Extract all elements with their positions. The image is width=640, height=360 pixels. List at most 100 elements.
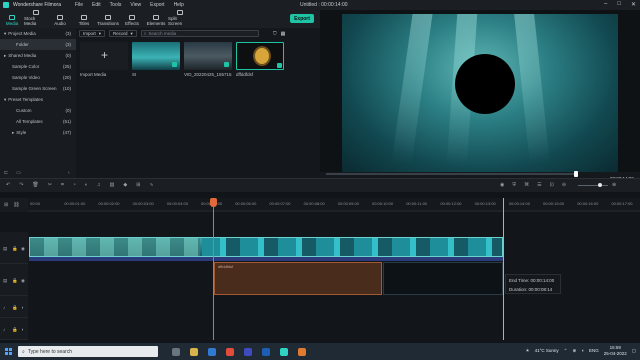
- tab-elements[interactable]: Elements: [144, 15, 168, 28]
- export-button[interactable]: Export: [290, 14, 314, 23]
- lock-icon[interactable]: 🔒: [12, 305, 18, 311]
- speaker-icon[interactable]: ◖: [581, 348, 584, 353]
- file-explorer-icon[interactable]: [190, 347, 198, 356]
- notification-icon[interactable]: ▢: [632, 348, 636, 354]
- menu-edit[interactable]: Edit: [92, 2, 101, 8]
- zoom-slider-handle[interactable]: [598, 183, 602, 187]
- sidebar-item-all-templates[interactable]: All Templates (51): [0, 116, 76, 127]
- audio-edit-icon[interactable]: ♫: [97, 182, 101, 188]
- sidebar-item-project-media[interactable]: ▾ Project Media (3): [0, 28, 76, 39]
- zoom-out-icon[interactable]: ⊖: [562, 182, 566, 188]
- green-screen-icon[interactable]: ▨: [110, 182, 115, 188]
- mute-icon[interactable]: ◖: [21, 305, 24, 310]
- sidebar-item-sample-green-screen[interactable]: Sample Green Screen (10): [0, 83, 76, 94]
- network-icon[interactable]: ⊕: [572, 348, 576, 354]
- mic-icon[interactable]: ⌘: [524, 182, 529, 188]
- media-thumb-si[interactable]: [132, 42, 180, 70]
- scrubber-handle[interactable]: [574, 171, 578, 177]
- menu-bar: File Edit Tools View Export Help: [75, 2, 184, 8]
- close-icon[interactable]: ✕: [631, 1, 636, 8]
- menu-view[interactable]: View: [130, 2, 141, 8]
- add-track-icon[interactable]: ⊞: [4, 202, 8, 208]
- tab-audio[interactable]: Audio: [48, 15, 72, 28]
- tab-effects[interactable]: Effects: [120, 15, 144, 28]
- chevron-up-icon[interactable]: ⌃: [564, 348, 568, 354]
- tab-stock-media[interactable]: Stock Media: [24, 10, 48, 28]
- zoom-slider[interactable]: [578, 185, 608, 186]
- undo-icon[interactable]: ↶: [6, 182, 10, 188]
- tab-transitions[interactable]: Transitions: [96, 15, 120, 28]
- media-icon: [9, 15, 15, 20]
- track-controls-header: ⊞ ⛓: [0, 198, 28, 212]
- delete-icon[interactable]: 🗑: [32, 182, 38, 188]
- chrome-icon[interactable]: [226, 347, 234, 356]
- eye-icon[interactable]: ◉: [21, 246, 25, 252]
- eye-icon[interactable]: ◉: [21, 278, 25, 284]
- ruler-label: 00:00:03:00: [132, 201, 154, 206]
- playhead-handle[interactable]: [210, 198, 217, 207]
- snap-icon[interactable]: ⊡: [550, 182, 554, 188]
- tab-titles[interactable]: Titles: [72, 15, 96, 28]
- new-folder-icon[interactable]: ⊏: [4, 170, 8, 176]
- split-icon[interactable]: ⊞: [136, 182, 140, 188]
- waveform-icon[interactable]: ∿: [149, 182, 153, 188]
- link-icon[interactable]: ⛓: [13, 202, 19, 208]
- mute-icon[interactable]: ◖: [21, 327, 24, 332]
- minimize-icon[interactable]: –: [604, 1, 607, 8]
- sidebar-item-shared-media[interactable]: ▸ Shared Media (0): [0, 50, 76, 61]
- marker-icon[interactable]: ◆: [123, 182, 127, 188]
- speed-icon[interactable]: ◔: [73, 182, 76, 188]
- folder-icon[interactable]: ▭: [16, 170, 21, 176]
- filmora-icon[interactable]: [280, 347, 288, 356]
- shield-icon[interactable]: ⛨: [512, 182, 516, 188]
- preview-scrubber[interactable]: [326, 173, 576, 175]
- media-search-input[interactable]: ⌕ Search media: [140, 30, 259, 37]
- image-clip[interactable]: dffddfdsf: [214, 262, 382, 295]
- clock[interactable]: 15:59 25-04-2022: [604, 345, 627, 356]
- menu-file[interactable]: File: [75, 2, 83, 8]
- import-dropdown[interactable]: Import ▾: [79, 30, 106, 37]
- weather-text[interactable]: 41°C Sunny: [535, 348, 559, 353]
- filter-icon[interactable]: ⛉: [273, 31, 277, 37]
- sidebar-item-sample-color[interactable]: Sample Color (25): [0, 61, 76, 72]
- app-icon[interactable]: [298, 347, 306, 356]
- sidebar-item-preset-templates[interactable]: ▾ Preset Templates: [0, 94, 76, 105]
- language-indicator[interactable]: ENG: [589, 348, 599, 353]
- media-thumb-video[interactable]: [184, 42, 232, 70]
- edge-icon[interactable]: [208, 347, 216, 356]
- collapse-panel-icon[interactable]: ‹: [68, 170, 70, 176]
- video-clip-si[interactable]: [29, 237, 503, 257]
- maximize-icon[interactable]: □: [617, 1, 621, 8]
- zoom-in-icon[interactable]: ⊕: [612, 182, 616, 188]
- sidebar-item-custom[interactable]: Custom (0): [0, 105, 76, 116]
- media-thumb-image[interactable]: [236, 42, 284, 70]
- crop-icon[interactable]: ⌗: [61, 182, 64, 188]
- task-view-icon[interactable]: [172, 347, 180, 356]
- after-effects-icon[interactable]: [244, 347, 252, 356]
- record-dropdown[interactable]: Record ▾: [109, 30, 137, 37]
- menu-tools[interactable]: Tools: [110, 2, 122, 8]
- audio-track-icon: ♪: [3, 305, 6, 310]
- playhead[interactable]: [213, 198, 214, 340]
- sidebar-item-folder[interactable]: Folder (3): [0, 39, 76, 50]
- sidebar-item-style[interactable]: ▸ Style (47): [0, 127, 76, 138]
- tab-media[interactable]: Media: [0, 15, 24, 28]
- menu-help[interactable]: Help: [174, 2, 184, 8]
- voiceover-icon[interactable]: ☰: [537, 182, 541, 188]
- tab-split-screen[interactable]: Split Screen: [168, 10, 192, 28]
- color-icon[interactable]: ◐: [85, 182, 88, 188]
- grid-view-icon[interactable]: ▦: [281, 31, 286, 37]
- windows-start-icon[interactable]: [5, 348, 12, 355]
- taskbar-search-input[interactable]: ⌕ Type here to search: [18, 346, 158, 357]
- sidebar-item-sample-video[interactable]: Sample Video (20): [0, 72, 76, 83]
- cut-icon[interactable]: ✂: [48, 182, 52, 188]
- lock-icon[interactable]: 🔒: [12, 278, 18, 284]
- lock-icon[interactable]: 🔒: [12, 246, 18, 252]
- redo-icon[interactable]: ↷: [19, 182, 23, 188]
- lock-icon[interactable]: 🔒: [12, 327, 18, 333]
- import-media-tile[interactable]: +: [80, 42, 128, 70]
- photoshop-icon[interactable]: [262, 347, 270, 356]
- preview-panel: 00:00:14:00 ⏮ ◁| ▶ ■ Full ▣ ◖ ⤢: [320, 10, 640, 188]
- menu-export[interactable]: Export: [150, 2, 164, 8]
- render-icon[interactable]: ◉: [500, 182, 504, 188]
